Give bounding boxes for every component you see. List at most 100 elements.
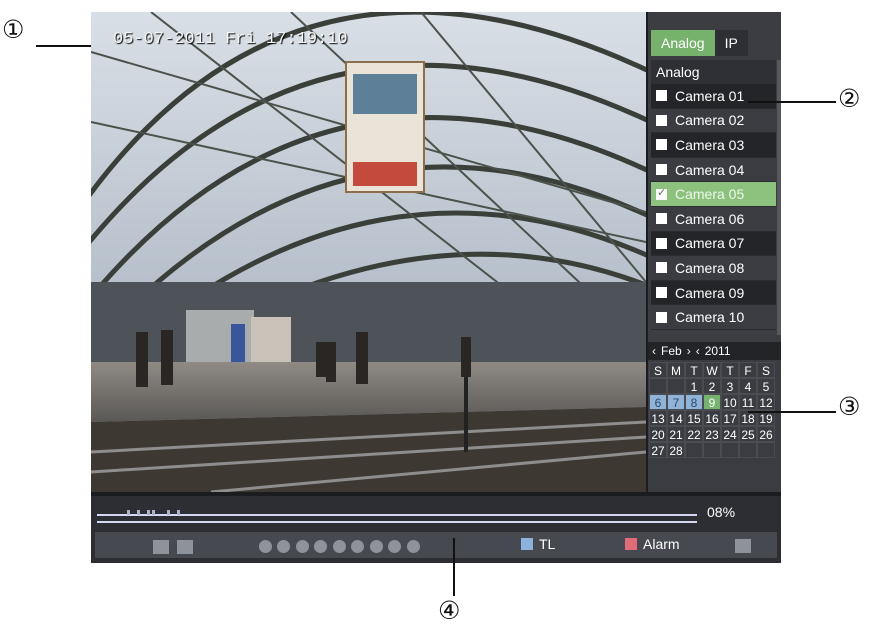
next-month-icon[interactable]: › <box>687 344 691 358</box>
callout-4: ④ <box>438 596 461 625</box>
calendar-grid: S M T W T F S 1 2 3 4 5 6 7 8 9 10 11 12 13 14 15 16 17 18 19 20 21… <box>648 360 781 460</box>
volume-icon[interactable] <box>153 539 169 554</box>
calendar-day[interactable]: 4 <box>739 378 757 394</box>
calendar-year: 2011 <box>704 344 731 358</box>
calendar-day[interactable]: 13 <box>649 410 667 426</box>
timeline-track-lower <box>97 521 697 523</box>
calendar-empty-cell <box>667 378 685 394</box>
timeline-track-upper <box>97 514 697 516</box>
calendar-day[interactable]: 28 <box>667 442 685 458</box>
camera-group-label: Analog <box>651 60 776 84</box>
camera-row-05[interactable]: Camera 05 <box>651 182 776 207</box>
camera-checkbox[interactable] <box>656 114 667 126</box>
camera-checkbox[interactable] <box>656 311 667 323</box>
camera-label: Camera 07 <box>675 235 745 252</box>
calendar-day[interactable]: 23 <box>703 426 721 442</box>
tl-legend-swatch <box>521 537 533 550</box>
tab-analog[interactable]: Analog <box>651 30 715 56</box>
calendar-day[interactable]: 6 <box>649 394 667 410</box>
timeline-marker <box>177 510 180 515</box>
calendar-weekday: S <box>649 362 667 378</box>
pause-icon[interactable] <box>295 540 309 554</box>
skip-start-icon[interactable] <box>259 540 272 554</box>
calendar-day[interactable]: 16 <box>703 410 721 426</box>
alarm-legend-swatch <box>625 537 637 550</box>
prev-year-icon[interactable]: ‹ <box>696 344 700 358</box>
step-forward-icon[interactable] <box>351 540 365 554</box>
slow-icon[interactable] <box>388 540 402 554</box>
calendar-day[interactable]: 27 <box>649 442 667 458</box>
calendar-empty-cell <box>649 378 667 394</box>
exit-icon[interactable] <box>735 538 751 553</box>
calendar-day[interactable]: 26 <box>757 426 775 442</box>
camera-view[interactable]: 05-07-2011 Fri 17:19:10 <box>91 12 646 492</box>
camera-checkbox[interactable] <box>656 287 667 299</box>
camera-label: Camera 03 <box>675 136 745 153</box>
calendar-day[interactable]: 20 <box>649 426 667 442</box>
camera-list: Camera 01 Camera 02 Camera 03 Camera 04 … <box>651 84 776 330</box>
callout-1-leader <box>36 45 91 47</box>
camera-checkbox[interactable] <box>656 262 667 274</box>
skip-end-icon[interactable] <box>406 540 420 554</box>
calendar-day[interactable]: 1 <box>685 378 703 394</box>
camera-checkbox[interactable] <box>656 139 667 151</box>
stop-icon[interactable] <box>314 540 328 554</box>
control-bar: TL Alarm <box>95 532 777 558</box>
callout-3-leader <box>748 411 836 413</box>
camera-row-04[interactable]: Camera 04 <box>651 157 776 183</box>
camera-checkbox[interactable] <box>656 90 667 102</box>
camera-row-03[interactable]: Camera 03 <box>651 133 776 158</box>
tab-ip[interactable]: IP <box>714 30 748 56</box>
camera-checkbox[interactable] <box>656 164 667 176</box>
snapshot-icon[interactable] <box>177 539 194 554</box>
calendar-day[interactable]: 21 <box>667 426 685 442</box>
calendar-day[interactable]: 11 <box>739 394 757 410</box>
camera-row-07[interactable]: Camera 07 <box>651 231 776 257</box>
timeline-marker <box>152 510 155 515</box>
calendar-day[interactable]: 2 <box>703 378 721 394</box>
camera-row-09[interactable]: Camera 09 <box>651 280 776 306</box>
camera-label: Camera 01 <box>675 87 745 104</box>
calendar-day[interactable]: 24 <box>721 426 739 442</box>
camera-row-02[interactable]: Camera 02 <box>651 108 776 134</box>
camera-row-06[interactable]: Camera 06 <box>651 206 776 232</box>
calendar-day[interactable]: 17 <box>721 410 739 426</box>
calendar-day[interactable]: 7 <box>667 394 685 410</box>
camera-checkbox[interactable] <box>656 237 667 249</box>
prev-month-icon[interactable]: ‹ <box>652 344 656 358</box>
camera-row-01[interactable]: Camera 01 <box>651 84 776 109</box>
calendar-day[interactable]: 15 <box>685 410 703 426</box>
playback-controls: 08% TL Alarm <box>91 496 781 563</box>
calendar-day[interactable]: 9 <box>703 394 721 410</box>
calendar-day[interactable]: 10 <box>721 394 739 410</box>
playback-timeline[interactable] <box>97 502 697 526</box>
calendar-day[interactable]: 5 <box>757 378 775 394</box>
rewind-icon[interactable] <box>277 540 291 554</box>
calendar-empty-cell <box>703 442 721 458</box>
dvr-window: 05-07-2011 Fri 17:19:10 Analog IP Analog… <box>91 12 781 563</box>
calendar-day[interactable]: 22 <box>685 426 703 442</box>
progress-percent: 08% <box>707 504 736 520</box>
tl-legend-label: TL <box>539 535 556 552</box>
camera-row-08[interactable]: Camera 08 <box>651 256 776 281</box>
camera-label: Camera 10 <box>675 309 745 326</box>
callout-4-leader <box>453 538 455 596</box>
calendar-weekday: F <box>739 362 757 378</box>
callout-2-leader <box>748 101 836 103</box>
camera-label: Camera 05 <box>675 186 745 203</box>
calendar-empty-cell <box>721 442 739 458</box>
calendar-weekday: S <box>757 362 775 378</box>
camera-checkbox[interactable] <box>656 213 667 225</box>
calendar-day[interactable]: 14 <box>667 410 685 426</box>
calendar-day[interactable]: 25 <box>739 426 757 442</box>
camera-label: Camera 04 <box>675 161 745 178</box>
camera-checkbox[interactable] <box>656 186 667 200</box>
calendar-day[interactable]: 8 <box>685 394 703 410</box>
play-icon[interactable] <box>332 540 346 554</box>
transport-controls <box>259 538 421 564</box>
camera-row-10[interactable]: Camera 10 <box>651 305 776 330</box>
calendar-day[interactable]: 12 <box>757 394 775 410</box>
fast-forward-icon[interactable] <box>369 540 383 554</box>
calendar-day[interactable]: 3 <box>721 378 739 394</box>
camera-label: Camera 09 <box>675 284 745 301</box>
